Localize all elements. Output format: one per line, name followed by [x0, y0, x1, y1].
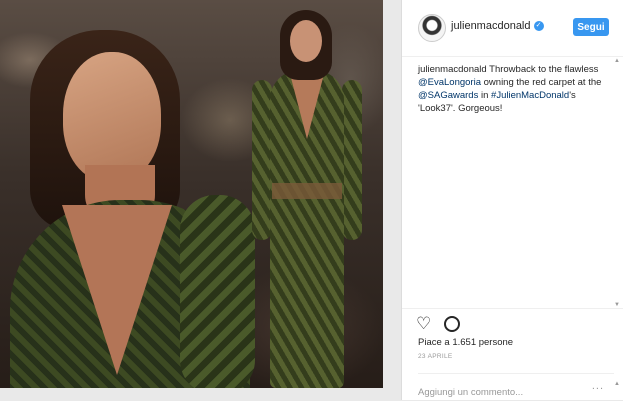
comment-input[interactable] [418, 387, 568, 398]
more-options-icon[interactable]: ... [592, 380, 604, 392]
figure-right-arm [342, 80, 362, 240]
username-text[interactable]: julienmacdonald [451, 20, 531, 32]
post-header: julienmacdonald ✓ Segui [402, 0, 623, 57]
follow-button[interactable]: Segui [573, 18, 609, 36]
heart-icon[interactable]: ♡ [416, 315, 431, 332]
portrait-face [63, 52, 161, 182]
likes-count[interactable]: Piace a 1.651 persone [418, 337, 513, 348]
caption-text-3: in [478, 90, 492, 101]
comment-box: ... ▲ [418, 373, 620, 400]
username-link[interactable]: julienmacdonald ✓ [451, 20, 544, 32]
post-caption: julienmacdonald Throwback to the flawles… [418, 63, 603, 115]
figure-face [290, 20, 322, 62]
caption-text-1: Throwback to the flawless [486, 64, 599, 75]
figure-left-arm [252, 80, 272, 240]
caption-username[interactable]: julienmacdonald [418, 64, 487, 75]
mention-link-evalongoria[interactable]: @EvaLongoria [418, 77, 481, 88]
full-length-figure [252, 8, 362, 388]
caption-text-2: owning the red carpet at the [481, 77, 602, 88]
caption-scrollbar[interactable]: ▲ ▼ [614, 58, 621, 308]
portrait-sleeve [180, 195, 255, 388]
figure-neckline [290, 74, 324, 139]
post-date: 23 APRILE [418, 353, 453, 360]
mention-link-sagawards[interactable]: @SAGawards [418, 90, 478, 101]
avatar[interactable] [418, 14, 446, 42]
comment-icon[interactable] [444, 316, 460, 332]
post-side-panel: julienmacdonald ✓ Segui julienmacdonald T… [401, 0, 623, 400]
hashtag-link[interactable]: #JulienMacDonald [491, 90, 569, 101]
portrait-neckline [62, 205, 172, 375]
post-photo[interactable] [0, 0, 383, 388]
post-actions: ♡ Piace a 1.651 persone 23 APRILE ... ▲ [402, 308, 623, 401]
comment-scroll-up-icon[interactable]: ▲ [614, 381, 620, 387]
scroll-up-icon[interactable]: ▲ [614, 58, 620, 64]
figure-waist-detail [272, 183, 342, 199]
verified-icon: ✓ [533, 21, 544, 32]
